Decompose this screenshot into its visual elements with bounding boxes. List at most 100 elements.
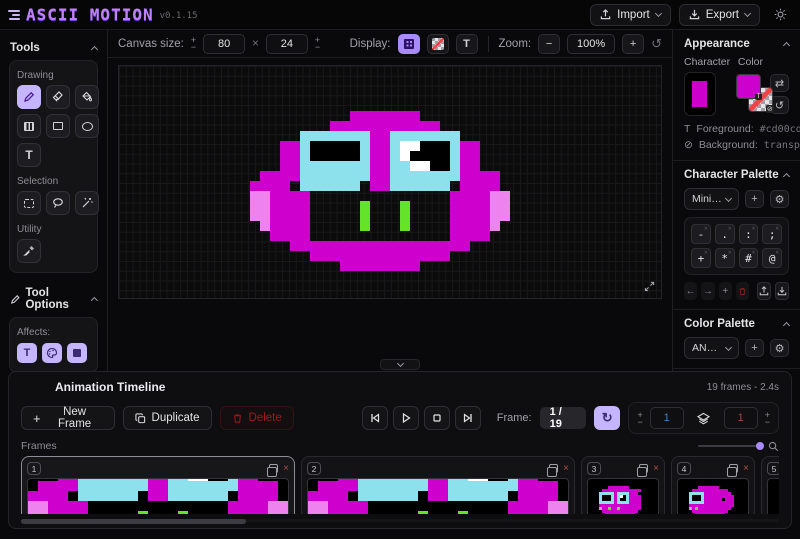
- remove-character-icon[interactable]: ×: [752, 225, 756, 232]
- frame-thumbnail[interactable]: [767, 478, 779, 514]
- text-tool-button[interactable]: T: [17, 143, 41, 167]
- color-palette-select[interactable]: ANSI 16-Color: [684, 337, 739, 359]
- delete-frame-icon[interactable]: ×: [283, 464, 289, 474]
- lasso-tool-button[interactable]: [46, 191, 70, 215]
- palette-character-button[interactable]: *×: [715, 248, 735, 268]
- frame-card[interactable]: 3×125ms: [581, 456, 665, 514]
- duplicate-frame-button[interactable]: Duplicate: [123, 406, 212, 430]
- palette-export-button[interactable]: [757, 282, 771, 300]
- width-stepper[interactable]: +−: [191, 37, 196, 50]
- palette-character-button[interactable]: :×: [739, 224, 759, 244]
- play-button[interactable]: [393, 406, 419, 430]
- delete-frame-icon[interactable]: ×: [743, 464, 749, 474]
- frames-scrollbar-thumb[interactable]: [21, 519, 246, 524]
- onion-next-input[interactable]: 1: [724, 407, 758, 429]
- character-palette-select[interactable]: Minimal ASCII: [684, 188, 739, 210]
- height-stepper[interactable]: +−: [315, 37, 320, 50]
- skip-to-end-button[interactable]: [455, 406, 481, 430]
- swap-colors-button[interactable]: ⇄: [770, 74, 789, 92]
- add-character-palette-button[interactable]: +: [745, 190, 764, 208]
- palette-character-button[interactable]: .×: [715, 224, 735, 244]
- zoom-out-button[interactable]: −: [538, 34, 560, 54]
- remove-character-icon[interactable]: ×: [704, 225, 708, 232]
- foreground-color-swatch[interactable]: T: [736, 74, 761, 99]
- add-color-palette-button[interactable]: +: [745, 339, 764, 357]
- color-palette-settings-button[interactable]: ⚙: [770, 339, 789, 357]
- palette-delete-button[interactable]: [736, 282, 749, 300]
- onion-skin-toggle-button[interactable]: [691, 406, 717, 430]
- loop-toggle-button[interactable]: ↻: [594, 406, 621, 430]
- duplicate-frame-icon[interactable]: [549, 464, 558, 473]
- delete-frame-button[interactable]: Delete: [220, 406, 294, 430]
- palette-next-button[interactable]: →: [701, 282, 714, 300]
- remove-character-icon[interactable]: ×: [775, 249, 779, 256]
- canvas-width-input[interactable]: 80: [203, 34, 245, 54]
- frames-scrollbar[interactable]: [21, 519, 779, 522]
- color-palette-section-header[interactable]: Color Palette: [684, 318, 789, 330]
- onion-prev-input[interactable]: 1: [650, 407, 684, 429]
- theme-toggle-button[interactable]: [768, 4, 792, 26]
- thumbnail-zoom-slider[interactable]: [698, 445, 762, 447]
- selected-character-preview[interactable]: [684, 72, 716, 116]
- gradient-tool-button[interactable]: [17, 114, 41, 138]
- frame-card[interactable]: 1×125ms: [21, 456, 295, 514]
- tools-section-header[interactable]: Tools: [9, 38, 98, 58]
- magic-wand-tool-button[interactable]: [75, 191, 99, 215]
- affects-color-toggle[interactable]: [42, 343, 62, 363]
- rect-select-tool-button[interactable]: [17, 191, 41, 215]
- onion-prev-stepper[interactable]: +−: [637, 412, 642, 425]
- frame-thumbnail[interactable]: [587, 478, 659, 514]
- zoom-reset-button[interactable]: ↺: [651, 36, 662, 52]
- palette-character-button[interactable]: +×: [691, 248, 711, 268]
- remove-character-icon[interactable]: ×: [728, 225, 732, 232]
- fill-tool-button[interactable]: [75, 85, 99, 109]
- remove-character-icon[interactable]: ×: [728, 249, 732, 256]
- export-button[interactable]: Export: [679, 4, 760, 26]
- canvas-height-input[interactable]: 24: [266, 34, 308, 54]
- eraser-tool-button[interactable]: [46, 85, 70, 109]
- canvas-expand-handle[interactable]: [644, 281, 655, 292]
- character-palette-section-header[interactable]: Character Palette: [684, 169, 789, 181]
- skip-to-start-button[interactable]: [362, 406, 388, 430]
- frame-card[interactable]: 4×125ms: [671, 456, 755, 514]
- duplicate-frame-icon[interactable]: [729, 464, 738, 473]
- palette-character-button[interactable]: -×: [691, 224, 711, 244]
- affects-background-toggle[interactable]: [67, 343, 87, 363]
- drawing-canvas[interactable]: [118, 65, 662, 299]
- remove-character-icon[interactable]: ×: [752, 249, 756, 256]
- onion-next-stepper[interactable]: +−: [765, 412, 770, 425]
- new-frame-button[interactable]: + New Frame: [21, 406, 115, 430]
- palette-character-button[interactable]: ;×: [762, 224, 782, 244]
- palette-character-button[interactable]: @×: [762, 248, 782, 268]
- delete-frame-icon[interactable]: ×: [563, 464, 569, 474]
- frame-thumbnail[interactable]: [307, 478, 569, 514]
- toggle-grid-button[interactable]: [398, 34, 420, 54]
- remove-character-icon[interactable]: ×: [775, 225, 779, 232]
- palette-prev-button[interactable]: ←: [684, 282, 697, 300]
- character-palette-settings-button[interactable]: ⚙: [770, 190, 789, 208]
- ellipse-tool-button[interactable]: [75, 114, 99, 138]
- delete-frame-icon[interactable]: ×: [653, 464, 659, 474]
- appearance-section-header[interactable]: Appearance: [684, 38, 789, 50]
- tool-options-section-header[interactable]: Tool Options: [9, 283, 98, 315]
- remove-character-icon[interactable]: ×: [704, 249, 708, 256]
- timeline-collapse-handle[interactable]: [380, 359, 420, 370]
- duplicate-frame-icon[interactable]: [639, 464, 648, 473]
- palette-import-button[interactable]: [775, 282, 789, 300]
- stop-button[interactable]: [424, 406, 450, 430]
- affects-character-toggle[interactable]: T: [17, 343, 37, 363]
- import-button[interactable]: Import: [590, 4, 671, 26]
- frame-card[interactable]: 2×125ms: [301, 456, 575, 514]
- toggle-characters-button[interactable]: T: [456, 34, 478, 54]
- pencil-tool-button[interactable]: [17, 85, 41, 109]
- frame-card[interactable]: 5×125ms: [761, 456, 779, 514]
- palette-add-button[interactable]: +: [719, 282, 732, 300]
- toggle-transparency-button[interactable]: [427, 34, 449, 54]
- zoom-in-button[interactable]: +: [622, 34, 644, 54]
- eyedropper-tool-button[interactable]: [17, 239, 41, 263]
- palette-character-button[interactable]: #×: [739, 248, 759, 268]
- duplicate-frame-icon[interactable]: [269, 464, 278, 473]
- rectangle-tool-button[interactable]: [46, 114, 70, 138]
- frame-thumbnail[interactable]: [27, 478, 289, 514]
- frame-thumbnail[interactable]: [677, 478, 749, 514]
